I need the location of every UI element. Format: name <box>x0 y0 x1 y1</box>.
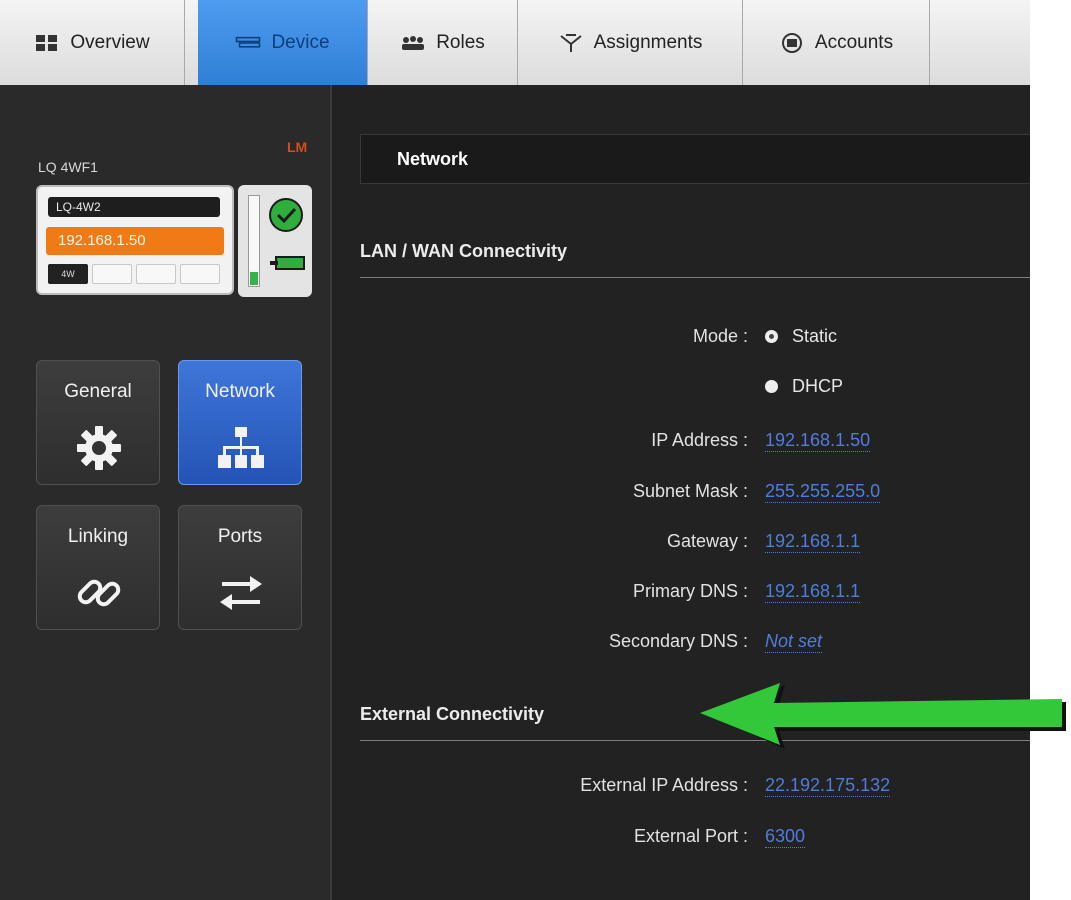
divider <box>360 277 1030 278</box>
subnet-mask-label: Subnet Mask : <box>632 481 748 501</box>
slot-4w: 4W <box>48 264 88 284</box>
device-status-unit <box>238 185 312 297</box>
device-icon <box>235 32 261 54</box>
radio-label: DHCP <box>792 376 844 396</box>
ip-address-label: IP Address : <box>651 430 748 450</box>
secondary-dns-value[interactable]: Not set <box>765 631 823 653</box>
subnet-mask-value[interactable]: 255.255.255.0 <box>765 481 881 503</box>
tile-linking[interactable]: Linking <box>36 505 160 630</box>
gateway-label: Gateway : <box>666 531 748 551</box>
link-icon <box>77 579 121 607</box>
tab-accounts[interactable]: Accounts <box>743 0 930 85</box>
grid-icon <box>34 32 60 54</box>
mode-dhcp-radio[interactable]: DHCP <box>765 376 843 397</box>
annotation-arrow-icon <box>700 683 1066 749</box>
ip-address-value[interactable]: 192.168.1.50 <box>765 430 871 452</box>
tab-label: Accounts <box>814 31 894 53</box>
slot-empty <box>136 264 176 284</box>
radio-label: Static <box>792 326 838 346</box>
device-model: LQ-4W2 <box>48 197 220 217</box>
tile-label: Ports <box>217 526 263 547</box>
external-connectivity-title: External Connectivity <box>360 704 545 724</box>
level-meter <box>248 195 260 287</box>
primary-dns-value[interactable]: 192.168.1.1 <box>765 581 861 603</box>
secondary-dns-label: Secondary DNS : <box>608 631 748 651</box>
tab-label: Overview <box>70 31 150 53</box>
external-ip-value[interactable]: 22.192.175.132 <box>765 775 891 797</box>
accounts-icon <box>779 32 805 54</box>
check-icon <box>268 197 304 233</box>
people-icon <box>400 32 426 54</box>
external-ip-label: External IP Address : <box>580 775 748 795</box>
top-tab-bar: Overview Device Roles Assignments Accoun… <box>0 0 1030 86</box>
plug-icon <box>268 253 308 273</box>
mode-static-radio[interactable]: Static <box>765 326 837 347</box>
network-icon <box>218 427 264 468</box>
tile-label: Network <box>205 381 275 402</box>
tile-label: Linking <box>67 526 129 547</box>
device-ip: 192.168.1.50 <box>46 227 224 255</box>
assignments-icon <box>558 32 584 54</box>
level-meter-fill <box>250 271 258 285</box>
tab-overview[interactable]: Overview <box>0 0 185 85</box>
tile-network[interactable]: Network <box>178 360 302 485</box>
tile-general[interactable]: General <box>36 360 160 485</box>
slot-empty <box>180 264 220 284</box>
swap-arrows-icon <box>220 576 262 610</box>
radio-unselected-icon <box>765 380 778 393</box>
tab-label: Roles <box>436 31 485 53</box>
primary-dns-label: Primary DNS : <box>632 581 748 601</box>
tab-label: Device <box>271 31 330 53</box>
radio-selected-icon <box>765 330 778 343</box>
mode-label: Mode : <box>692 326 748 346</box>
external-port-value[interactable]: 6300 <box>765 826 806 848</box>
device-name: LQ 4WF1 <box>38 159 98 175</box>
tab-label: Assignments <box>593 31 703 53</box>
external-port-label: External Port : <box>633 826 748 846</box>
tab-device[interactable]: Device <box>198 0 368 85</box>
gateway-value[interactable]: 192.168.1.1 <box>765 531 861 553</box>
device-panel: LQ 4WF1 LM LQ-4W2 192.168.1.50 4W Genera… <box>0 85 332 900</box>
network-settings-panel: Network LAN / WAN Connectivity Mode : St… <box>332 85 1030 900</box>
gear-icon <box>77 426 121 470</box>
app-window: Overview Device Roles Assignments Accoun… <box>0 0 1030 900</box>
lan-wan-title: LAN / WAN Connectivity <box>360 241 568 261</box>
tab-roles[interactable]: Roles <box>368 0 518 85</box>
slot-empty <box>92 264 132 284</box>
lm-badge: LM <box>287 139 308 155</box>
tab-assignments[interactable]: Assignments <box>518 0 743 85</box>
tile-label: General <box>64 381 132 402</box>
tile-ports[interactable]: Ports <box>178 505 302 630</box>
section-header: Network <box>360 134 1030 184</box>
device-card[interactable]: LQ-4W2 192.168.1.50 4W <box>36 185 234 295</box>
